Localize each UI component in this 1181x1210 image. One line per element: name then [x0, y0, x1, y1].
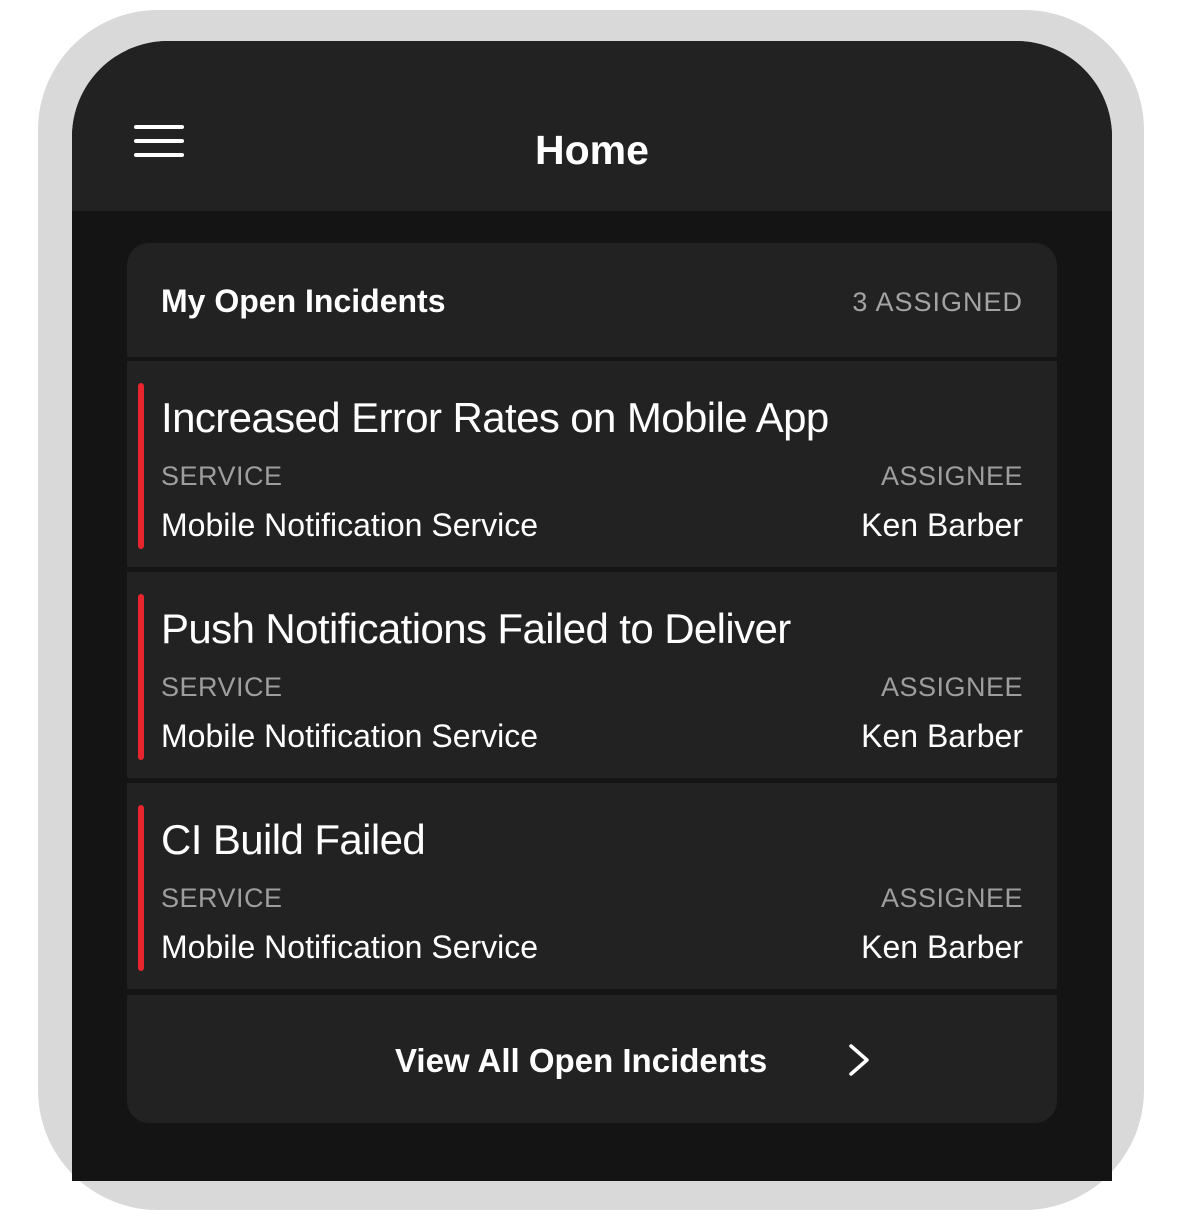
view-all-label: View All Open Incidents — [395, 1042, 768, 1079]
page-title: Home — [535, 127, 649, 173]
assignee-label: ASSIGNEE — [880, 461, 1023, 491]
assignee-label: ASSIGNEE — [880, 883, 1023, 913]
incident-title: Push Notifications Failed to Deliver — [161, 605, 791, 652]
assignee-value: Ken Barber — [861, 507, 1023, 543]
severity-indicator — [138, 383, 144, 549]
incident-row[interactable]: CI Build Failed SERVICE ASSIGNEE Mobile … — [127, 783, 1057, 989]
open-incidents-card: My Open Incidents 3 ASSIGNED Increased E… — [127, 243, 1057, 1123]
incident-title: Increased Error Rates on Mobile App — [161, 394, 829, 441]
service-label: SERVICE — [161, 883, 283, 913]
service-label: SERVICE — [161, 672, 283, 702]
assigned-count-badge: 3 ASSIGNED — [852, 287, 1023, 317]
assignee-label: ASSIGNEE — [880, 672, 1023, 702]
assignee-value: Ken Barber — [861, 718, 1023, 754]
service-label: SERVICE — [161, 461, 283, 491]
incident-row[interactable]: Push Notifications Failed to Deliver SER… — [127, 572, 1057, 778]
incident-title: CI Build Failed — [161, 816, 426, 863]
service-value: Mobile Notification Service — [161, 507, 539, 543]
card-title: My Open Incidents — [161, 283, 446, 319]
navigation-bar: Home — [72, 41, 1112, 211]
severity-indicator — [138, 594, 144, 760]
card-header: My Open Incidents 3 ASSIGNED — [127, 243, 1057, 357]
service-value: Mobile Notification Service — [161, 929, 539, 965]
chevron-right-icon — [849, 1044, 869, 1076]
view-all-incidents-button[interactable]: View All Open Incidents — [127, 995, 1057, 1123]
service-value: Mobile Notification Service — [161, 718, 539, 754]
severity-indicator — [138, 805, 144, 971]
incident-row[interactable]: Increased Error Rates on Mobile App SERV… — [127, 361, 1057, 567]
assignee-value: Ken Barber — [861, 929, 1023, 965]
app-screen: Home My Open Incidents 3 ASSIGNED Increa… — [72, 41, 1112, 1181]
